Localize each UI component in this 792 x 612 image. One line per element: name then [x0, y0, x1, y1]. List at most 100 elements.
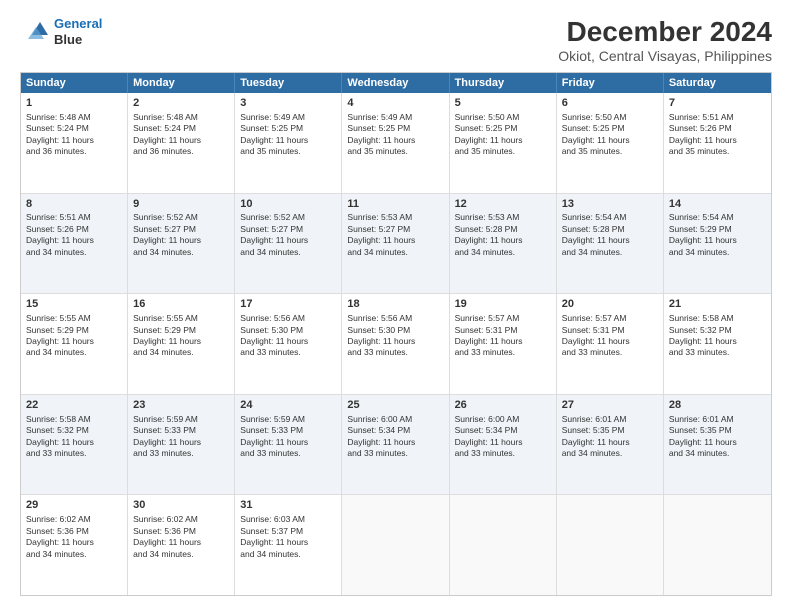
day-number: 17 [240, 297, 336, 312]
day-info-line: Daylight: 11 hours [455, 235, 551, 246]
day-cell-1: 1Sunrise: 5:48 AMSunset: 5:24 PMDaylight… [21, 93, 128, 193]
day-info-line: Daylight: 11 hours [26, 135, 122, 146]
empty-cell [557, 495, 664, 595]
day-info-line: Sunset: 5:24 PM [26, 123, 122, 134]
day-number: 2 [133, 96, 229, 111]
day-number: 23 [133, 398, 229, 413]
day-info-line: Sunrise: 5:53 AM [347, 212, 443, 223]
day-info-line: and 34 minutes. [455, 247, 551, 258]
day-info-line: Daylight: 11 hours [133, 437, 229, 448]
day-cell-20: 20Sunrise: 5:57 AMSunset: 5:31 PMDayligh… [557, 294, 664, 394]
day-cell-15: 15Sunrise: 5:55 AMSunset: 5:29 PMDayligh… [21, 294, 128, 394]
day-info-line: Sunset: 5:36 PM [26, 526, 122, 537]
day-info-line: Sunset: 5:25 PM [455, 123, 551, 134]
day-number: 24 [240, 398, 336, 413]
day-cell-21: 21Sunrise: 5:58 AMSunset: 5:32 PMDayligh… [664, 294, 771, 394]
header-day-wednesday: Wednesday [342, 73, 449, 93]
day-info-line: Sunset: 5:27 PM [133, 224, 229, 235]
day-info-line: Sunrise: 5:57 AM [455, 313, 551, 324]
day-cell-24: 24Sunrise: 5:59 AMSunset: 5:33 PMDayligh… [235, 395, 342, 495]
day-cell-3: 3Sunrise: 5:49 AMSunset: 5:25 PMDaylight… [235, 93, 342, 193]
day-cell-11: 11Sunrise: 5:53 AMSunset: 5:27 PMDayligh… [342, 194, 449, 294]
day-number: 22 [26, 398, 122, 413]
day-number: 26 [455, 398, 551, 413]
day-number: 10 [240, 197, 336, 212]
day-info-line: Sunset: 5:28 PM [455, 224, 551, 235]
day-number: 27 [562, 398, 658, 413]
day-info-line: Sunrise: 5:59 AM [133, 414, 229, 425]
day-info-line: Daylight: 11 hours [133, 135, 229, 146]
day-cell-26: 26Sunrise: 6:00 AMSunset: 5:34 PMDayligh… [450, 395, 557, 495]
day-info-line: Sunrise: 5:58 AM [26, 414, 122, 425]
day-info-line: Sunset: 5:34 PM [455, 425, 551, 436]
week-row-0: 1Sunrise: 5:48 AMSunset: 5:24 PMDaylight… [21, 93, 771, 194]
day-info-line: and 33 minutes. [669, 347, 766, 358]
day-info-line: and 33 minutes. [347, 448, 443, 459]
day-info-line: Daylight: 11 hours [133, 537, 229, 548]
day-number: 9 [133, 197, 229, 212]
day-info-line: Sunset: 5:30 PM [240, 325, 336, 336]
day-info-line: Sunset: 5:32 PM [26, 425, 122, 436]
day-info-line: Sunrise: 5:52 AM [240, 212, 336, 223]
day-info-line: and 34 minutes. [240, 247, 336, 258]
header-day-friday: Friday [557, 73, 664, 93]
day-info-line: Sunrise: 5:55 AM [133, 313, 229, 324]
main-title: December 2024 [558, 16, 772, 48]
calendar-body: 1Sunrise: 5:48 AMSunset: 5:24 PMDaylight… [21, 93, 771, 595]
day-info-line: and 34 minutes. [133, 549, 229, 560]
day-cell-8: 8Sunrise: 5:51 AMSunset: 5:26 PMDaylight… [21, 194, 128, 294]
day-info-line: Sunrise: 5:54 AM [562, 212, 658, 223]
day-info-line: and 34 minutes. [669, 448, 766, 459]
day-cell-16: 16Sunrise: 5:55 AMSunset: 5:29 PMDayligh… [128, 294, 235, 394]
title-block: December 2024 Okiot, Central Visayas, Ph… [558, 16, 772, 64]
day-info-line: and 36 minutes. [133, 146, 229, 157]
day-info-line: Sunset: 5:30 PM [347, 325, 443, 336]
day-info-line: and 34 minutes. [26, 247, 122, 258]
day-info-line: and 33 minutes. [26, 448, 122, 459]
day-info-line: Sunset: 5:35 PM [669, 425, 766, 436]
day-number: 29 [26, 498, 122, 513]
day-info-line: and 33 minutes. [562, 347, 658, 358]
day-cell-5: 5Sunrise: 5:50 AMSunset: 5:25 PMDaylight… [450, 93, 557, 193]
day-number: 20 [562, 297, 658, 312]
day-info-line: Daylight: 11 hours [669, 437, 766, 448]
day-cell-13: 13Sunrise: 5:54 AMSunset: 5:28 PMDayligh… [557, 194, 664, 294]
header-day-sunday: Sunday [21, 73, 128, 93]
day-number: 31 [240, 498, 336, 513]
day-info-line: Daylight: 11 hours [240, 235, 336, 246]
day-info-line: Sunrise: 5:53 AM [455, 212, 551, 223]
day-info-line: Sunrise: 5:50 AM [562, 112, 658, 123]
day-info-line: Daylight: 11 hours [455, 336, 551, 347]
day-info-line: Sunset: 5:25 PM [240, 123, 336, 134]
day-number: 19 [455, 297, 551, 312]
day-info-line: Sunrise: 6:02 AM [26, 514, 122, 525]
logo-text: General Blue [54, 16, 102, 47]
day-info-line: Sunrise: 5:57 AM [562, 313, 658, 324]
day-cell-4: 4Sunrise: 5:49 AMSunset: 5:25 PMDaylight… [342, 93, 449, 193]
day-number: 14 [669, 197, 766, 212]
day-cell-31: 31Sunrise: 6:03 AMSunset: 5:37 PMDayligh… [235, 495, 342, 595]
day-cell-29: 29Sunrise: 6:02 AMSunset: 5:36 PMDayligh… [21, 495, 128, 595]
day-info-line: and 34 minutes. [562, 448, 658, 459]
day-info-line: Daylight: 11 hours [133, 336, 229, 347]
subtitle: Okiot, Central Visayas, Philippines [558, 48, 772, 64]
day-info-line: Sunrise: 5:48 AM [26, 112, 122, 123]
day-info-line: Sunset: 5:24 PM [133, 123, 229, 134]
day-number: 3 [240, 96, 336, 111]
week-row-2: 15Sunrise: 5:55 AMSunset: 5:29 PMDayligh… [21, 294, 771, 395]
day-number: 5 [455, 96, 551, 111]
day-info-line: and 34 minutes. [347, 247, 443, 258]
day-number: 8 [26, 197, 122, 212]
day-info-line: Sunset: 5:26 PM [669, 123, 766, 134]
day-info-line: Daylight: 11 hours [26, 235, 122, 246]
day-cell-9: 9Sunrise: 5:52 AMSunset: 5:27 PMDaylight… [128, 194, 235, 294]
day-info-line: and 34 minutes. [26, 347, 122, 358]
day-info-line: Sunset: 5:27 PM [347, 224, 443, 235]
day-info-line: Sunset: 5:29 PM [133, 325, 229, 336]
day-cell-28: 28Sunrise: 6:01 AMSunset: 5:35 PMDayligh… [664, 395, 771, 495]
day-info-line: Sunset: 5:25 PM [347, 123, 443, 134]
day-cell-10: 10Sunrise: 5:52 AMSunset: 5:27 PMDayligh… [235, 194, 342, 294]
day-info-line: Daylight: 11 hours [240, 437, 336, 448]
empty-cell [450, 495, 557, 595]
day-number: 25 [347, 398, 443, 413]
